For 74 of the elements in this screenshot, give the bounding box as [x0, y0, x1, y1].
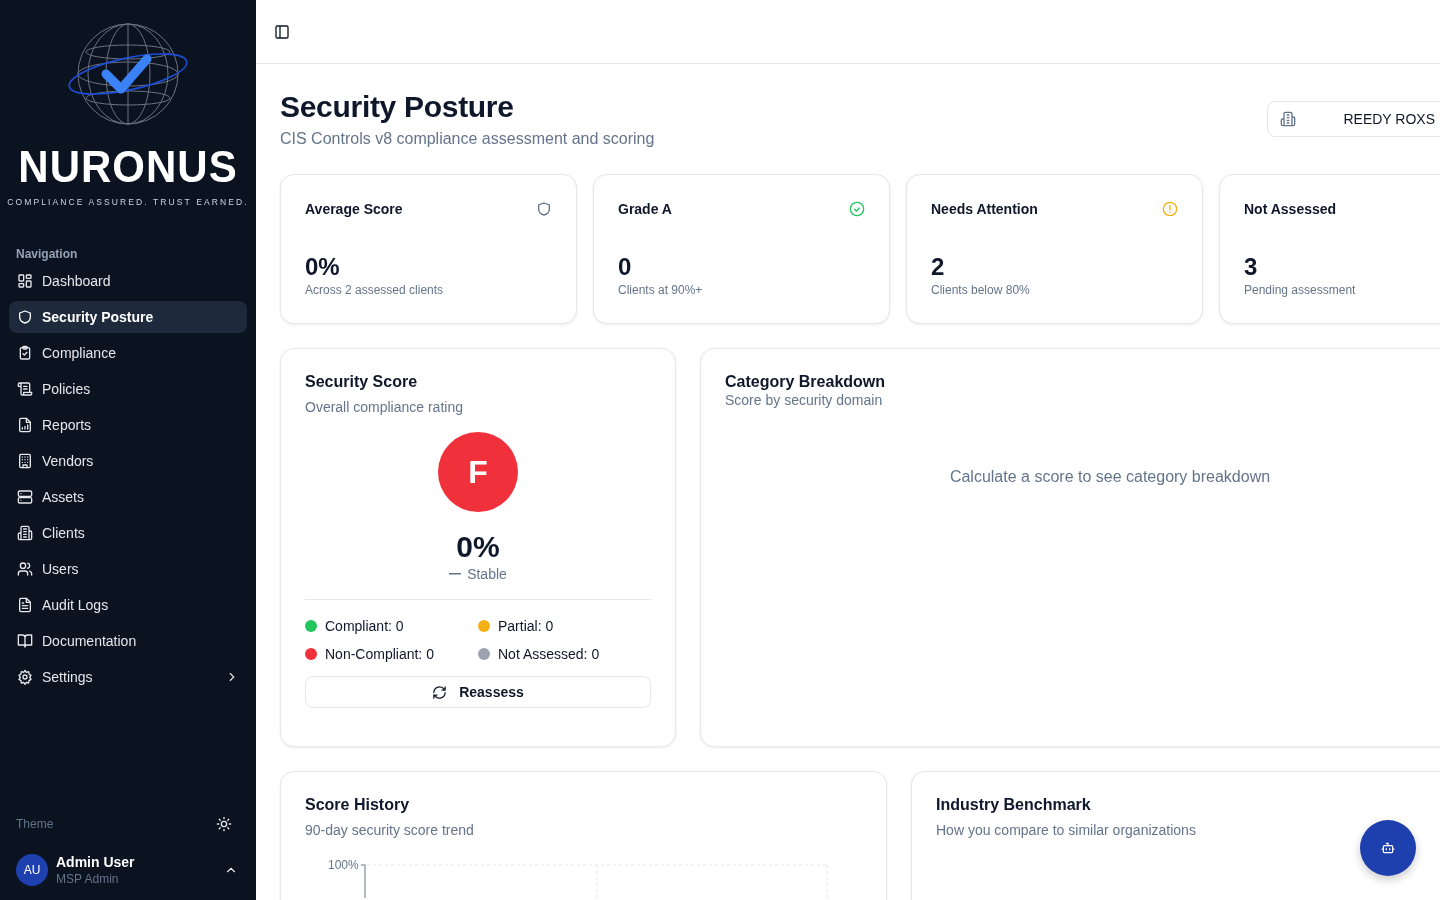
- nav-icon: [17, 525, 33, 541]
- stat-title: Not Assessed: [1244, 201, 1337, 217]
- nav-icon: [17, 273, 33, 289]
- reassess-button[interactable]: Reassess: [305, 676, 651, 708]
- stat-title: Grade A: [618, 201, 672, 217]
- minus-icon: [449, 573, 462, 575]
- nav-icon: [17, 633, 33, 649]
- user-role: MSP Admin: [56, 872, 120, 886]
- brand-name: NURONUS: [18, 144, 238, 190]
- nav-item[interactable]: Compliance: [9, 337, 247, 369]
- nav-item[interactable]: Policies: [9, 373, 247, 405]
- nav-item[interactable]: Clients: [9, 517, 247, 549]
- nav-section-label: Navigation: [15, 247, 79, 261]
- stat-note: Pending assessment: [1244, 283, 1357, 297]
- nav-icon: [17, 453, 33, 469]
- client-selector[interactable]: REEDY ROXS: [1267, 101, 1440, 137]
- legend-label: Compliant: 0: [325, 618, 404, 634]
- page-subtitle: CIS Controls v8 compliance assessment and scoring: [280, 130, 655, 148]
- user-name: Admin User: [56, 854, 136, 870]
- theme-label: Theme: [16, 817, 54, 831]
- nav-item[interactable]: Documentation: [9, 625, 247, 657]
- card-title: Industry Benchmark: [936, 796, 1092, 814]
- nav-icon: [17, 489, 33, 505]
- sun-icon[interactable]: [216, 816, 232, 832]
- nav-item[interactable]: Users: [9, 553, 247, 585]
- stat-value: 3: [1244, 253, 1259, 281]
- nav-item[interactable]: Vendors: [9, 445, 247, 477]
- card-subtitle: How you compare to similar organizations: [936, 822, 1197, 838]
- legend-label: Non-Compliant: 0: [325, 646, 434, 662]
- refresh-icon: [432, 684, 448, 700]
- card-subtitle: 90-day security score trend: [305, 822, 475, 838]
- nav-item[interactable]: Assets: [9, 481, 247, 513]
- nav-item[interactable]: Audit Logs: [9, 589, 247, 621]
- stat-value: 0%: [305, 253, 341, 281]
- legend-label: Not Assessed: 0: [498, 646, 600, 662]
- stat-value: 2: [931, 253, 946, 281]
- robot-icon: [1381, 841, 1395, 855]
- nav-item[interactable]: Dashboard: [9, 265, 247, 297]
- empty-state-message: Calculate a score to see category breakdown: [948, 468, 1272, 486]
- nav-icon: [17, 309, 33, 325]
- nav-icon: [17, 597, 33, 613]
- legend-label: Partial: 0: [498, 618, 554, 634]
- building-icon: [1280, 111, 1296, 127]
- card-subtitle: Score by security domain: [725, 392, 884, 408]
- stat-note: Clients at 90%+: [618, 283, 704, 297]
- globe-logo-icon: [68, 22, 188, 126]
- nav-icon: [17, 561, 33, 577]
- stat-value: 0: [618, 253, 633, 281]
- stat-title: Average Score: [305, 201, 403, 217]
- nav-item[interactable]: Security Posture: [9, 301, 247, 333]
- nav-item[interactable]: Reports: [9, 409, 247, 441]
- page-title: Security Posture: [280, 90, 515, 124]
- stat-title: Needs Attention: [931, 201, 1038, 217]
- check-circle-icon: [849, 201, 865, 217]
- nav-icon: [17, 381, 33, 397]
- card-subtitle: Overall compliance rating: [305, 399, 464, 415]
- grade-badge: F: [438, 432, 518, 512]
- stat-note: Across 2 assessed clients: [305, 283, 445, 297]
- nav-icon: [17, 669, 33, 685]
- nav-item[interactable]: Settings: [9, 661, 247, 693]
- card-title: Security Score: [305, 373, 419, 391]
- card-title: Score History: [305, 796, 411, 814]
- nav-icon: [17, 417, 33, 433]
- card-title: Category Breakdown: [725, 373, 887, 391]
- brand-tagline: COMPLIANCE ASSURED. TRUST EARNED.: [7, 197, 249, 207]
- user-avatar: AU: [16, 854, 48, 886]
- axis-tick-label: 100%: [328, 858, 359, 872]
- nav-icon: [17, 345, 33, 361]
- stat-note: Clients below 80%: [931, 283, 1031, 297]
- alert-icon: [1162, 201, 1178, 217]
- shield-icon: [536, 201, 552, 217]
- trend-label: Stable: [467, 566, 507, 582]
- score-percent: 0%: [456, 530, 500, 564]
- sidebar-toggle-icon[interactable]: [274, 23, 290, 40]
